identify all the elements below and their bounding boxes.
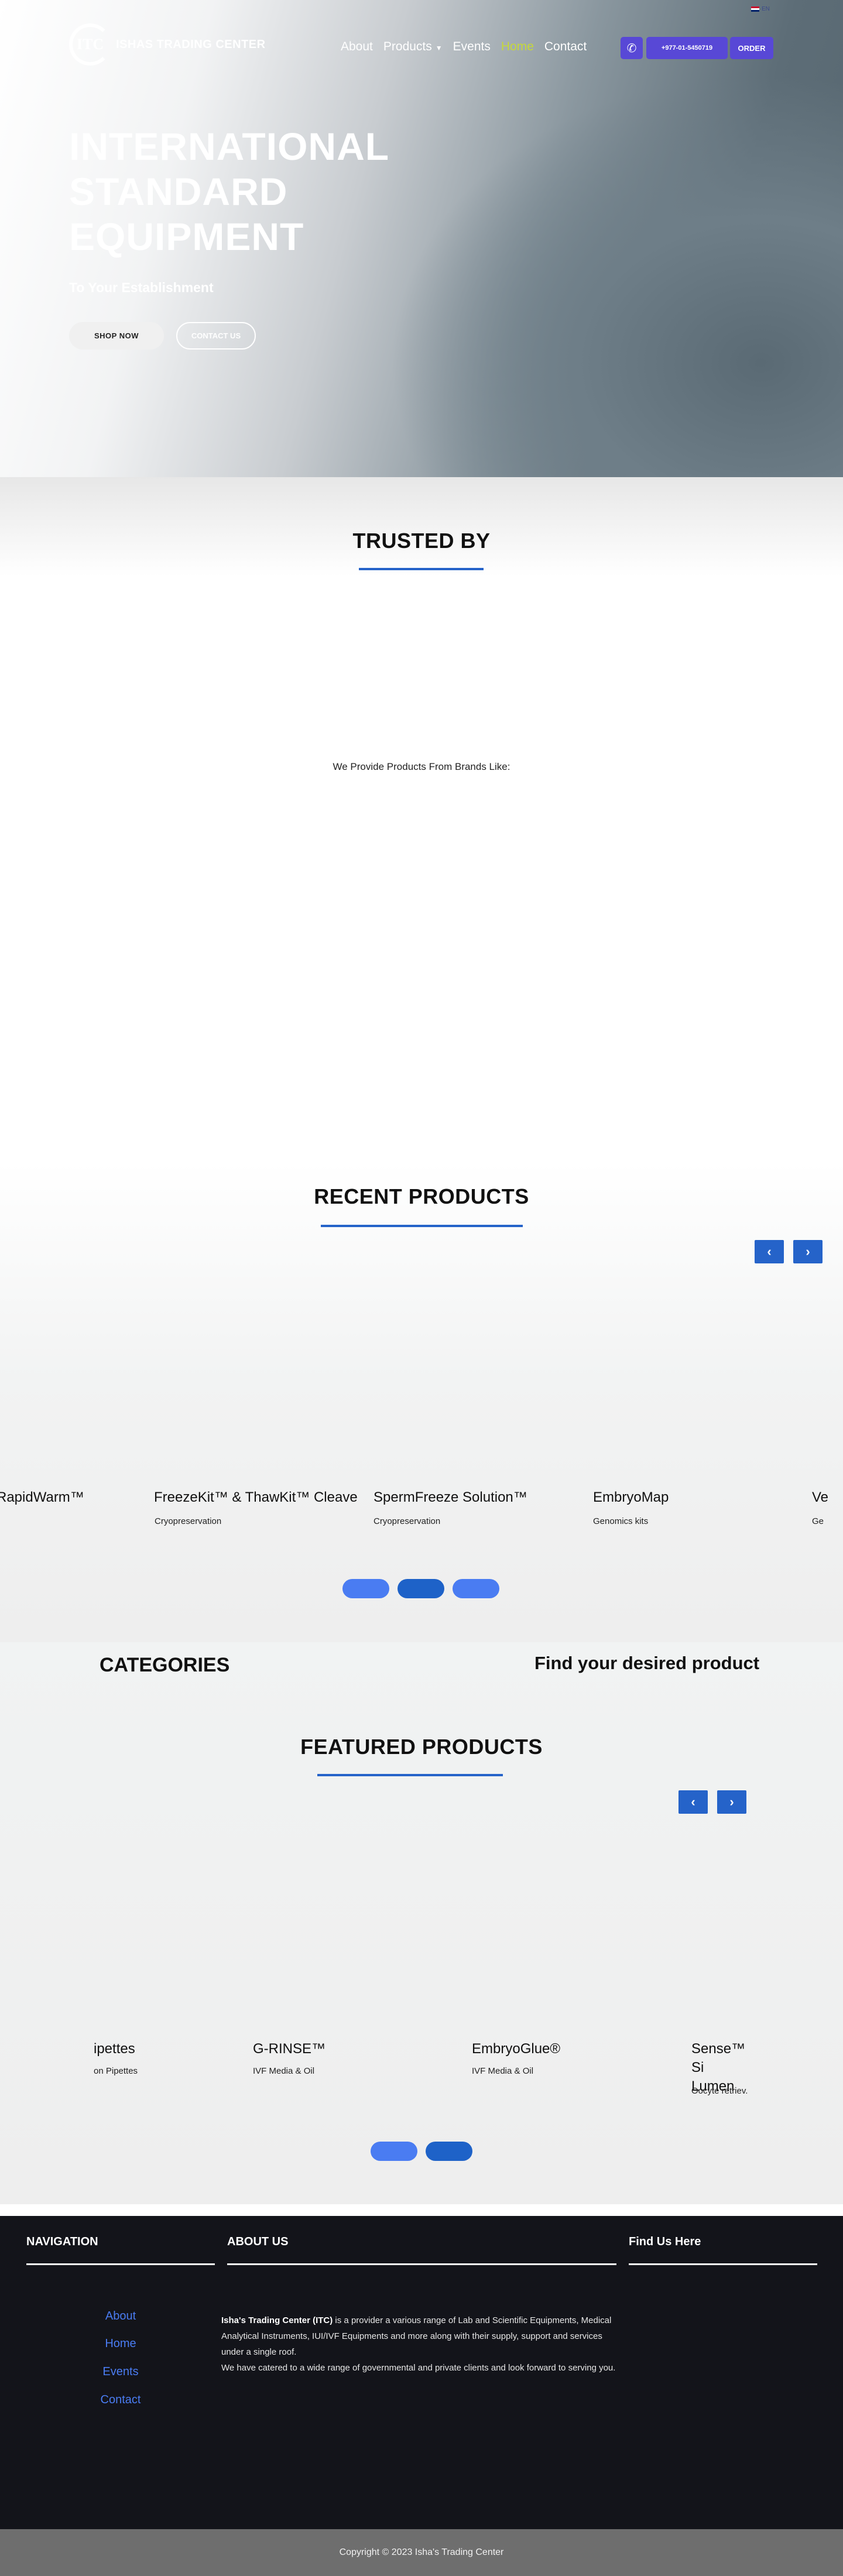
about-text: Isha's Trading Center (ITC) is a provide… <box>221 2313 616 2376</box>
brands-text: We Provide Products From Brands Like: <box>333 761 510 772</box>
trusted-title-underline <box>359 568 484 570</box>
footer-find-title: Find Us Here <box>629 2235 701 2248</box>
logo-mark: ITC <box>69 23 111 66</box>
footer-divider <box>629 2263 817 2265</box>
recent-pagination-dot[interactable] <box>453 1579 499 1598</box>
featured-next-button[interactable]: › <box>717 1790 746 1814</box>
recent-products-section <box>0 1162 843 1642</box>
main-nav: About Products ▼ Events Home Contact <box>341 40 587 54</box>
recent-pagination-dot[interactable] <box>342 1579 389 1598</box>
featured-prev-button[interactable]: ‹ <box>678 1790 708 1814</box>
categories-title: CATEGORIES <box>100 1654 230 1676</box>
footer-link-home[interactable]: Home <box>68 2337 173 2351</box>
footer-divider <box>227 2263 616 2265</box>
categories-featured-section <box>0 1642 843 2204</box>
chevron-down-icon: ▼ <box>435 44 443 52</box>
recent-pagination-dot-active[interactable] <box>397 1579 444 1598</box>
trusted-by-section <box>0 477 843 1162</box>
nav-contact[interactable]: Contact <box>544 40 587 54</box>
featured-pagination-dot-active[interactable] <box>426 2142 472 2161</box>
footer-navigation-title: NAVIGATION <box>26 2235 98 2248</box>
footer-divider <box>26 2263 215 2265</box>
phone-icon[interactable]: ✆ <box>621 37 643 59</box>
language-label: EN <box>762 6 770 12</box>
featured-product-category: IVF Media & Oil <box>472 2066 534 2076</box>
featured-product-category: Oocyte retriev. <box>691 2086 748 2096</box>
recent-product-name[interactable]: Ve <box>812 1488 828 1507</box>
hero-title: INTERNATIONAL STANDARD EQUIPMENT <box>69 125 389 258</box>
recent-product-category: Cryopreservation <box>155 1516 222 1526</box>
footer-link-about[interactable]: About <box>68 2310 173 2323</box>
recent-product-category: Ge <box>812 1516 824 1526</box>
recent-product-category: Genomics kits <box>593 1516 649 1526</box>
trusted-by-title: TRUSTED BY <box>352 529 491 553</box>
nav-products-label: Products <box>383 40 432 53</box>
find-product-title: Find your desired product <box>534 1653 760 1673</box>
nav-products[interactable]: Products ▼ <box>383 40 443 54</box>
footer-link-events[interactable]: Events <box>68 2365 173 2379</box>
recent-title-underline <box>321 1225 523 1227</box>
hero-subtitle: To Your Establishment <box>69 280 214 295</box>
featured-product-category: on Pipettes <box>94 2066 138 2076</box>
about-paragraph-2: We have catered to a wide range of gover… <box>221 2363 616 2373</box>
nav-events[interactable]: Events <box>453 40 491 54</box>
featured-product-name[interactable]: EmbryoGlue® <box>472 2040 560 2058</box>
featured-pagination-dot[interactable] <box>371 2142 417 2161</box>
recent-prev-button[interactable]: ‹ <box>755 1240 784 1263</box>
recent-product-name[interactable]: RapidWarm™ <box>0 1488 84 1507</box>
order-button[interactable]: ORDER <box>730 37 773 59</box>
featured-title-underline <box>317 1774 503 1776</box>
contact-us-button[interactable]: CONTACT US <box>176 322 256 350</box>
footer-about-title: ABOUT US <box>227 2235 289 2248</box>
nav-home[interactable]: Home <box>501 40 534 54</box>
featured-products-title: FEATURED PRODUCTS <box>300 1735 543 1759</box>
copyright-text: Copyright © 2023 Isha's Trading Center <box>339 2547 504 2557</box>
site-logo[interactable]: ITC ISHAS TRADING CENTER <box>69 23 266 66</box>
footer-link-contact[interactable]: Contact <box>68 2393 173 2407</box>
featured-product-name[interactable]: ipettes <box>94 2040 135 2058</box>
recent-product-category: Cryopreservation <box>373 1516 441 1526</box>
recent-products-title: RECENT PRODUCTS <box>314 1184 529 1208</box>
recent-product-name[interactable]: EmbryoMap <box>593 1488 669 1507</box>
uk-flag-icon <box>751 6 759 12</box>
featured-product-category: IVF Media & Oil <box>253 2066 315 2076</box>
about-company-name: Isha's Trading Center (ITC) <box>221 2315 333 2325</box>
nav-about[interactable]: About <box>341 40 373 54</box>
copyright-bar: Copyright © 2023 Isha's Trading Center <box>0 2529 843 2576</box>
featured-product-name[interactable]: G-RINSE™ <box>253 2040 325 2058</box>
recent-product-name[interactable]: FreezeKit™ & ThawKit™ Cleave <box>154 1488 358 1507</box>
recent-product-name[interactable]: SpermFreeze Solution™ <box>373 1488 527 1507</box>
recent-next-button[interactable]: › <box>793 1240 823 1263</box>
brand-name: ISHAS TRADING CENTER <box>116 37 266 51</box>
phone-button[interactable]: +977-01-5450719 <box>646 37 728 59</box>
shop-now-button[interactable]: SHOP NOW <box>69 322 164 350</box>
language-switcher[interactable]: EN <box>751 6 770 12</box>
